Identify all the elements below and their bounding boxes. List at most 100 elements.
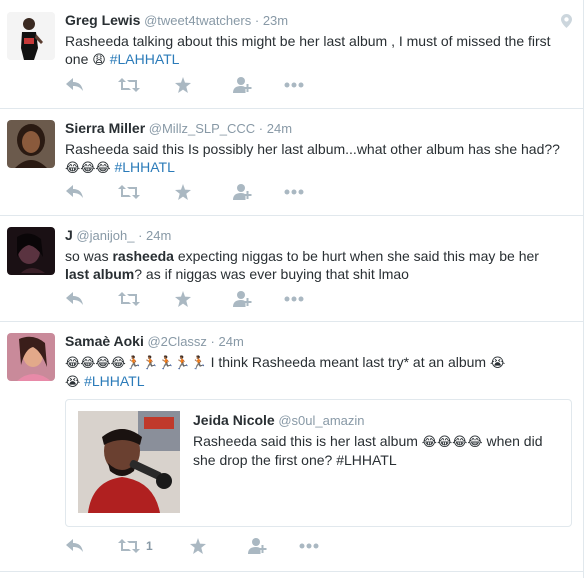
display-name[interactable]: Sierra Miller — [65, 120, 145, 136]
more-icon — [299, 536, 319, 556]
follow-icon — [232, 289, 252, 309]
tweet[interactable]: Sierra Miller @Millz_SLP_CCC · 24m Rashe… — [0, 108, 584, 216]
separator-dot: · — [210, 334, 215, 349]
emoji: 😂😂😂 — [65, 160, 111, 175]
hashtag-link[interactable]: #LHHATL — [84, 373, 144, 389]
tweet[interactable]: J @janijoh_ · 24m so was rasheeda expect… — [0, 215, 584, 322]
follow-icon — [232, 75, 252, 95]
timestamp[interactable]: 24m — [219, 334, 244, 349]
emoji: 😂😂😂😂 — [421, 434, 483, 449]
favorite-button[interactable] — [175, 289, 191, 309]
follow-icon — [232, 182, 252, 202]
tweet-text-segment: ? as if niggas was ever buying that shit… — [134, 266, 409, 282]
favorite-icon — [190, 536, 206, 556]
tweet-header: J @janijoh_ · 24m — [65, 227, 574, 243]
timeline: Greg Lewis @tweet4twatchers · 23m Rashee… — [0, 0, 584, 578]
more-icon — [284, 75, 304, 95]
tweet[interactable]: Samaè Aoki @2Classz · 24m 😂😂😂😂🏃🏾🏃🏾🏃🏾🏃🏾🏃🏾… — [0, 321, 584, 572]
avatar[interactable] — [7, 333, 55, 381]
tweet-text: so was rasheeda expecting niggas to be h… — [65, 247, 574, 283]
display-name[interactable]: J — [65, 227, 73, 243]
tweet-text-segment: so was — [65, 248, 113, 264]
reply-icon — [66, 75, 84, 95]
tweet-text-segment: she drop the first one? #LHHATL — [193, 452, 397, 468]
favorite-icon — [175, 182, 191, 202]
emoji: 😂😂😂😂🏃🏾🏃🏾🏃🏾🏃🏾🏃🏾 — [65, 355, 207, 370]
favorite-button[interactable] — [175, 182, 191, 202]
favorite-button[interactable] — [175, 75, 191, 95]
tweet-text-segment: expecting niggas to be hurt when she sai… — [173, 248, 539, 264]
highlighted-term: rasheeda — [112, 248, 174, 264]
tweet-text-segment: when did — [482, 433, 543, 449]
avatar[interactable] — [7, 227, 55, 275]
reply-icon — [66, 536, 84, 556]
more-button[interactable] — [284, 182, 304, 202]
tweet-text: Rasheeda said this Is possibly her last … — [65, 140, 574, 177]
retweet-button[interactable] — [118, 182, 140, 202]
more-icon — [284, 182, 304, 202]
reply-button[interactable] — [66, 289, 84, 309]
username[interactable]: @tweet4twatchers — [144, 13, 251, 28]
follow-icon — [247, 536, 267, 556]
quoted-username[interactable]: @s0ul_amazin — [278, 413, 364, 428]
tweet-text: Rasheeda talking about this might be her… — [65, 32, 574, 69]
tweet-text-line: Rasheeda said this Is possibly her last … — [65, 141, 560, 157]
favorite-icon — [175, 75, 191, 95]
tweet-header: Greg Lewis @tweet4twatchers · 23m — [65, 12, 574, 28]
emoji: 😭 — [489, 355, 506, 370]
retweet-button[interactable]: 1 — [118, 536, 153, 556]
more-icon — [284, 289, 304, 309]
more-button[interactable] — [284, 75, 304, 95]
quoted-tweet[interactable]: Jeida Nicole @s0ul_amazin Rasheeda said … — [65, 399, 572, 527]
tweet-text-line: Rasheeda talking about this might be her… — [65, 33, 551, 49]
reply-button[interactable] — [66, 75, 84, 95]
tweet-text: 😂😂😂😂🏃🏾🏃🏾🏃🏾🏃🏾🏃🏾 I think Rasheeda meant la… — [65, 353, 574, 391]
reply-button[interactable] — [66, 182, 84, 202]
quoted-tweet-text: Rasheeda said this is her last album 😂😂😂… — [193, 432, 561, 469]
follow-button[interactable] — [232, 289, 252, 309]
retweet-button[interactable] — [118, 289, 140, 309]
tweet-text-segment: I think Rasheeda meant last try* at an a… — [206, 354, 490, 370]
quoted-tweet-image — [78, 411, 180, 513]
follow-button[interactable] — [232, 182, 252, 202]
username[interactable]: @Millz_SLP_CCC — [149, 121, 255, 136]
follow-button[interactable] — [232, 75, 252, 95]
favorite-button[interactable] — [190, 536, 206, 556]
reply-icon — [66, 289, 84, 309]
retweet-icon — [118, 182, 140, 202]
favorite-icon — [175, 289, 191, 309]
quoted-tweet-header: Jeida Nicole @s0ul_amazin — [193, 412, 561, 428]
more-button[interactable] — [299, 536, 319, 556]
display-name[interactable]: Samaè Aoki — [65, 333, 144, 349]
retweet-icon — [118, 75, 140, 95]
retweet-icon — [118, 289, 140, 309]
reply-button[interactable] — [66, 536, 84, 556]
follow-button[interactable] — [247, 536, 267, 556]
username[interactable]: @janijoh_ — [76, 228, 134, 243]
retweet-button[interactable] — [118, 75, 140, 95]
hashtag-link[interactable]: #LAHHATL — [110, 51, 180, 67]
tweet[interactable]: Greg Lewis @tweet4twatchers · 23m Rashee… — [0, 0, 584, 109]
hashtag-link[interactable]: #LHHATL — [114, 159, 174, 175]
timestamp[interactable]: 24m — [267, 121, 292, 136]
quoted-display-name[interactable]: Jeida Nicole — [193, 412, 275, 428]
timestamp[interactable]: 23m — [263, 13, 288, 28]
display-name[interactable]: Greg Lewis — [65, 12, 140, 28]
reply-icon — [66, 182, 84, 202]
highlighted-term: last album — [65, 266, 135, 282]
timestamp[interactable]: 24m — [146, 228, 171, 243]
username[interactable]: @2Classz — [147, 334, 206, 349]
separator-dot: · — [258, 121, 264, 136]
tweet-header: Sierra Miller @Millz_SLP_CCC · 24m — [65, 120, 574, 136]
tweet-text-segment: Rasheeda said this is her last album — [193, 433, 422, 449]
retweet-icon — [118, 536, 140, 556]
separator-dot: · — [254, 13, 260, 28]
tweet-text-line: one — [65, 51, 93, 67]
emoji: 😩 — [92, 52, 106, 67]
retweet-count: 1 — [146, 539, 153, 553]
emoji: 😭 — [65, 374, 81, 389]
avatar[interactable] — [7, 12, 55, 60]
avatar[interactable] — [7, 120, 55, 168]
tweet-header: Samaè Aoki @2Classz · 24m — [65, 333, 574, 349]
more-button[interactable] — [284, 289, 304, 309]
